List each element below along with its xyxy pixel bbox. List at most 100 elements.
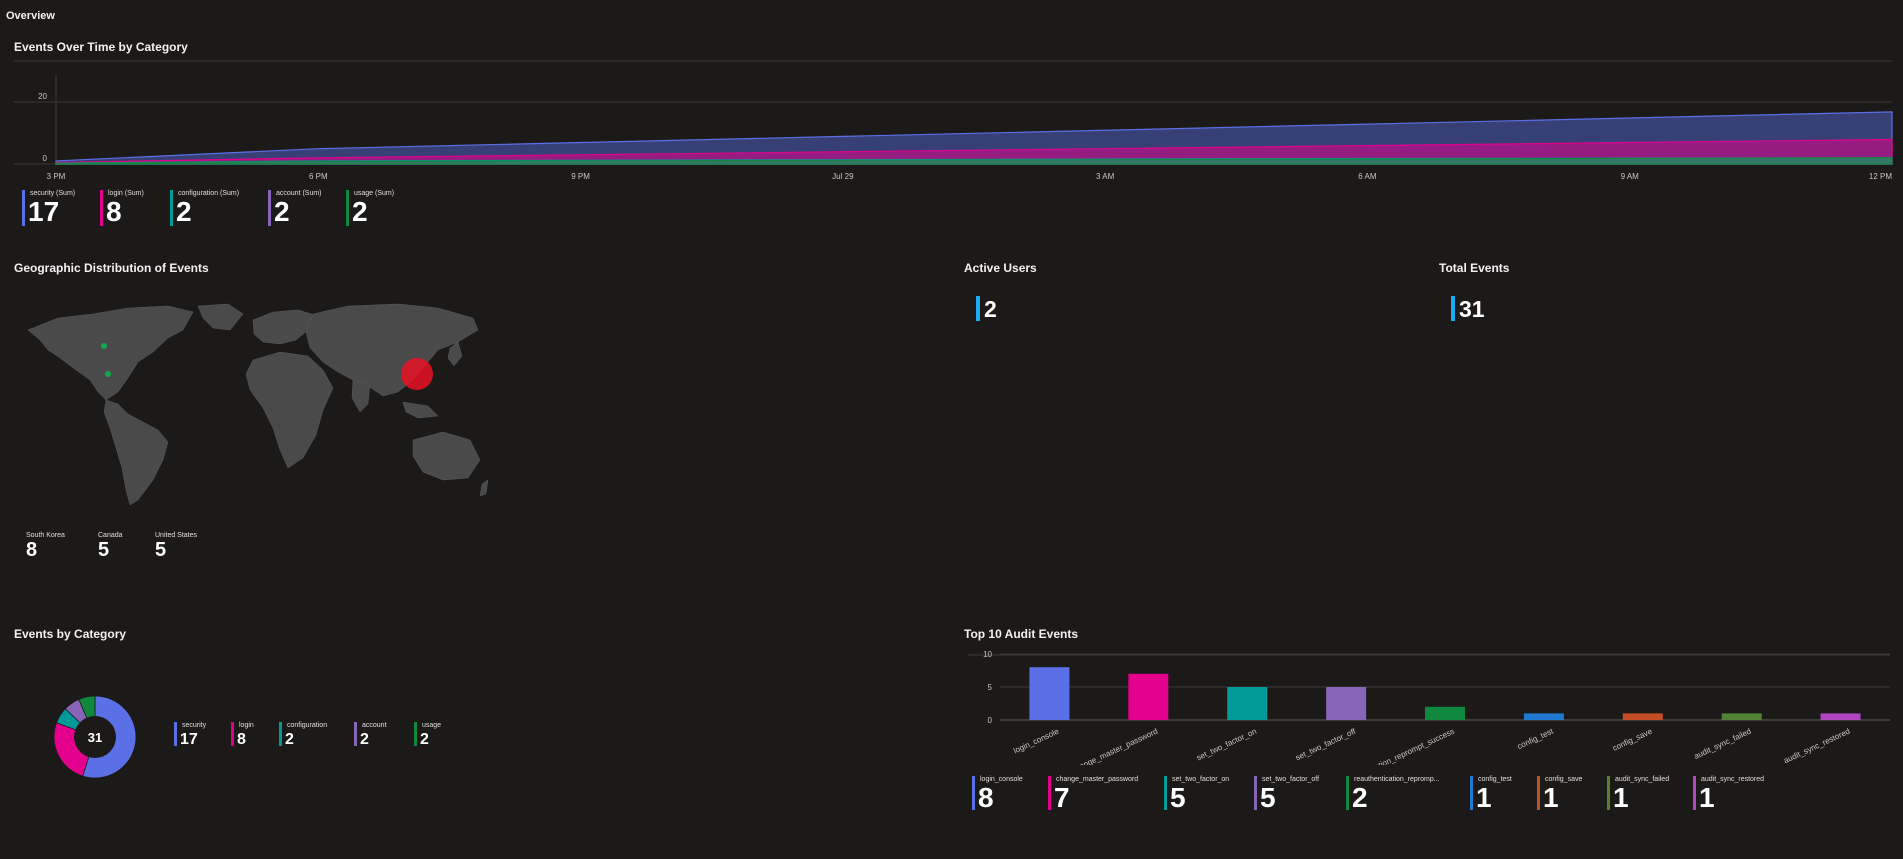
total-events-title: Total Events (1439, 261, 1510, 275)
legend-value: 8 (106, 196, 122, 227)
legend-value: 1 (1476, 782, 1492, 813)
legend-color-bar (170, 190, 173, 226)
legend-value: 2 (1352, 782, 1368, 813)
legend-value: 17 (28, 196, 60, 227)
x-tick: audit_sync_failed (1693, 727, 1753, 761)
legend-value: 8 (978, 782, 994, 813)
legend-color-bar (174, 722, 177, 746)
x-tick: 3 AM (1096, 172, 1115, 181)
legend-color-bar (346, 190, 349, 226)
x-tick: 9 AM (1621, 172, 1640, 181)
geo-country-value: 5 (98, 539, 110, 561)
legend-color-bar (279, 722, 282, 746)
bar-set-two-factor-off[interactable] (1326, 687, 1367, 720)
legend-value: 2 (285, 731, 294, 748)
x-tick: 9 PM (571, 172, 590, 181)
audit-title: Top 10 Audit Events (964, 627, 1079, 641)
legend-label: account (362, 722, 387, 729)
legend-label: usage (422, 722, 442, 729)
audit-bar-chart: 10 5 0 login_console change_master_passwo… (968, 650, 1890, 765)
x-tick: change_master_password (1070, 727, 1159, 765)
geo-country-label: South Korea (26, 532, 65, 539)
legend-color-bar (1254, 776, 1257, 810)
legend-color-bar (1470, 776, 1473, 810)
bar-audit-sync-failed[interactable] (1721, 713, 1762, 720)
legend-value: 8 (237, 731, 246, 748)
geo-country-value: 8 (26, 539, 38, 561)
geo-item-canada[interactable]: Canada 5 (98, 532, 123, 561)
legend-value: 5 (1170, 782, 1186, 813)
y-tick: 20 (38, 92, 47, 101)
geo-item-south-korea[interactable]: South Korea 8 (26, 532, 65, 561)
legend-color-bar (1048, 776, 1051, 810)
legend-color-bar (354, 722, 357, 746)
active-users-bar (976, 296, 980, 321)
legend-color-bar (22, 190, 25, 226)
geo-country-value: 5 (155, 539, 167, 561)
total-events-bar (1451, 296, 1455, 321)
legend-value: 1 (1613, 782, 1629, 813)
bar-config-save[interactable] (1622, 713, 1663, 720)
bar-reauthentication-reprompt-success[interactable] (1425, 706, 1465, 720)
legend-value: 2 (274, 196, 290, 227)
bar-config-test[interactable] (1523, 713, 1564, 720)
legend-value: 1 (1699, 782, 1715, 813)
bubble-canada[interactable] (101, 343, 107, 349)
x-tick: 3 PM (47, 172, 66, 181)
legend-value: 5 (1260, 782, 1276, 813)
legend-color-bar (972, 776, 975, 810)
legend-color-bar (1164, 776, 1167, 810)
legend-value: 1 (1543, 782, 1559, 813)
y-tick: 10 (983, 650, 992, 659)
x-tick: config_save (1611, 726, 1654, 752)
geo-country-label: Canada (98, 532, 123, 539)
legend-value: 2 (420, 731, 429, 748)
legend-color-bar (100, 190, 103, 226)
donut-center-label: 31 (88, 730, 102, 745)
legend-color-bar (1693, 776, 1696, 810)
legend-label: login (239, 722, 254, 729)
bar-set-two-factor-on[interactable] (1227, 687, 1268, 720)
legend-color-bar (414, 722, 417, 746)
y-tick: 0 (43, 154, 48, 163)
geo-country-label: United States (155, 532, 198, 539)
legend-label: security (182, 722, 207, 729)
legend-value: 7 (1054, 782, 1070, 813)
timeline-chart: 20 0 3 PM 6 PM 9 PM Jul 29 3 AM 6 AM 9 AM 12 PM (14, 60, 1893, 181)
land-masses (27, 303, 488, 506)
legend-color-bar (1537, 776, 1540, 810)
x-tick: set_two_factor_on (1195, 727, 1258, 763)
x-tick: login_console (1012, 726, 1061, 755)
legend-color-bar (231, 722, 234, 746)
total-events-value: 31 (1459, 296, 1485, 322)
bar-audit-sync-restored[interactable] (1820, 713, 1861, 720)
category-donut: 31 (53, 695, 137, 779)
timeline-title: Events Over Time by Category (14, 40, 188, 54)
legend-label: configuration (287, 722, 328, 729)
category-title: Events by Category (14, 627, 127, 641)
legend-value: 2 (360, 731, 369, 748)
x-tick: audit_sync_restored (1782, 727, 1851, 765)
world-map (27, 303, 488, 506)
x-tick: Jul 29 (832, 172, 854, 181)
bubble-united-states[interactable] (105, 371, 111, 377)
legend-value: 2 (352, 196, 368, 227)
legend-color-bar (1607, 776, 1610, 810)
bar-change-master-password[interactable] (1128, 673, 1169, 720)
x-tick: set_two_factor_off (1294, 726, 1358, 762)
geo-item-united-states[interactable]: United States 5 (155, 532, 197, 561)
legend-color-bar (268, 190, 271, 226)
bar-login-console[interactable] (1029, 667, 1070, 720)
x-tick: 6 PM (309, 172, 328, 181)
bubble-south-korea[interactable] (401, 358, 433, 390)
y-tick: 0 (988, 716, 993, 725)
y-tick: 5 (988, 683, 993, 692)
legend-value: 2 (176, 196, 192, 227)
page-title: Overview (6, 10, 55, 22)
x-tick: 6 AM (1358, 172, 1377, 181)
x-tick: 12 PM (1869, 172, 1892, 181)
active-users-value: 2 (984, 296, 997, 322)
x-tick: config_test (1516, 726, 1556, 751)
legend-color-bar (1346, 776, 1349, 810)
active-users-title: Active Users (964, 261, 1037, 275)
